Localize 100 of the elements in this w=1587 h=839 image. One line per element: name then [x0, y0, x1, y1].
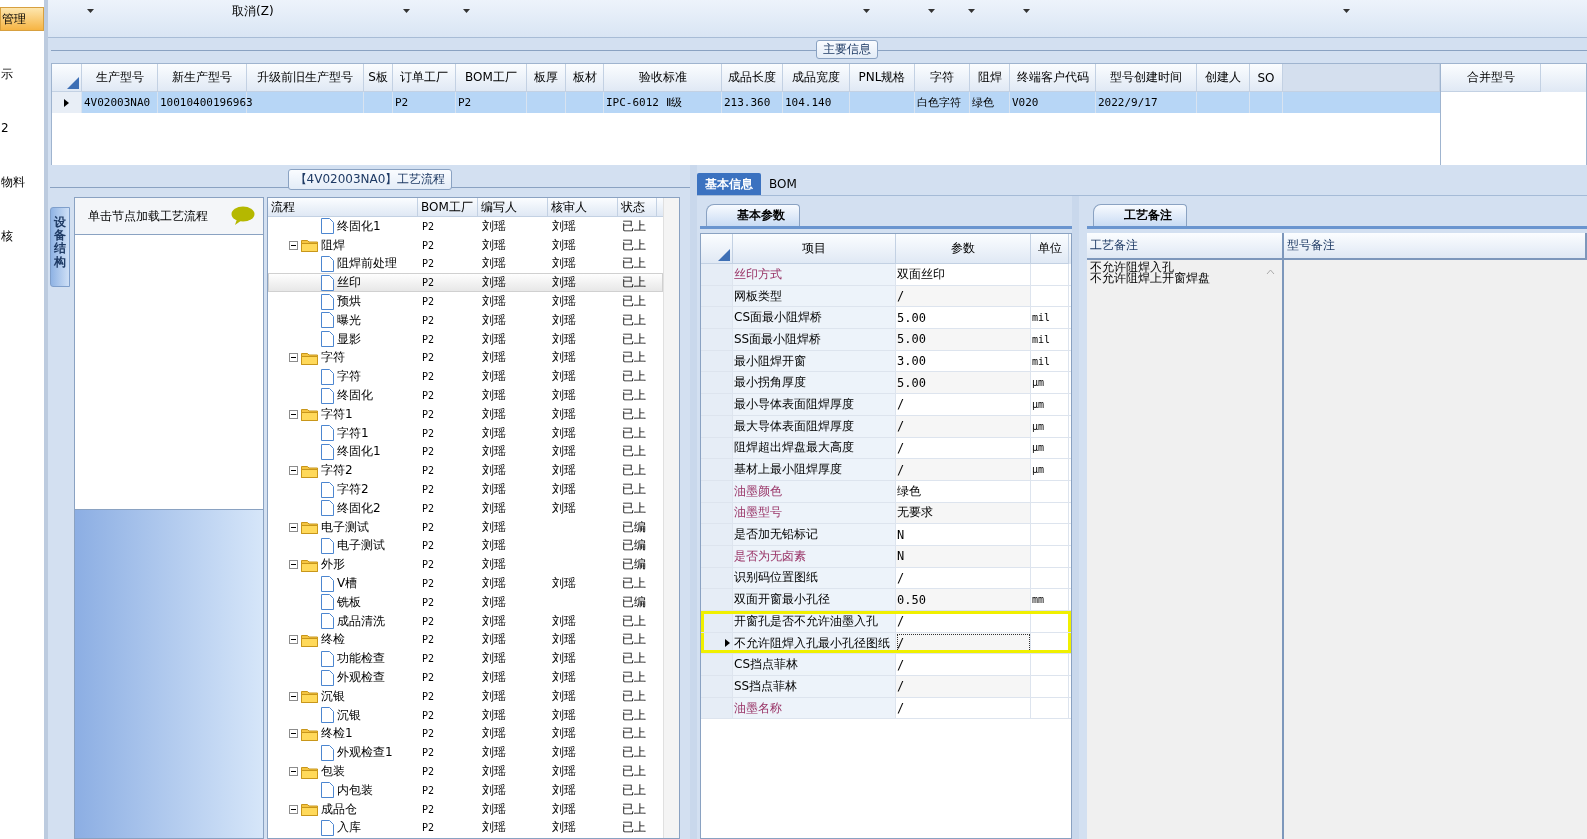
param-value[interactable]: 5.00 [896, 372, 1031, 394]
nav-item[interactable]: 管理 [0, 7, 44, 31]
step-name: 外形 [321, 556, 345, 574]
tree-row[interactable]: 终固化1 P2 刘瑶 刘瑶 已上 [268, 217, 663, 236]
param-value[interactable]: N [896, 524, 1031, 545]
param-row[interactable]: 双面开窗最小孔径 0.50 mm [701, 589, 1071, 611]
param-value[interactable]: 5.00 [896, 307, 1031, 329]
param-value[interactable]: 绿色 [896, 480, 1031, 502]
tree-row[interactable]: 预烘 P2 刘瑶 刘瑶 已上 [268, 292, 663, 311]
tree-row[interactable]: 字符1 P2 刘瑶 刘瑶 已上 [268, 404, 663, 424]
tree-row[interactable]: 字符2 P2 刘瑶 刘瑶 已上 [268, 461, 663, 481]
table-row[interactable]: 4V02003NA0 10010400196963 P2 P2 IPC-6012 Ⅱ级 213.360 104.140 白色字符 绿色 V020 2022/9/17 [52, 92, 1440, 113]
tree-row[interactable]: 功能检查 P2 刘瑶 刘瑶 已上 [268, 649, 663, 669]
status-text: 已上 [622, 669, 646, 686]
param-row[interactable]: 油墨名称 / [701, 697, 1071, 720]
param-row[interactable]: 不允许阻焊入孔最小孔径图纸 / [701, 632, 1071, 655]
param-row[interactable]: 最小拐角厚度 5.00 μm [701, 372, 1071, 395]
writer-text: 刘瑶 [482, 387, 506, 405]
param-value[interactable]: / [896, 697, 1031, 719]
param-value[interactable]: / [896, 567, 1031, 589]
param-row[interactable]: 识别码位置图纸 / [701, 567, 1071, 590]
column-header[interactable]: 核审人 [548, 198, 618, 216]
tree-row[interactable]: 终固化2 P2 刘瑶 刘瑶 已上 [268, 498, 663, 518]
tab[interactable]: 工艺备注 [1093, 204, 1187, 226]
tree-row[interactable]: 显影 P2 刘瑶 刘瑶 已上 [268, 329, 663, 349]
cancel-button[interactable]: 取消(Z) [230, 3, 276, 19]
tree-row[interactable]: 阻焊前处理 P2 刘瑶 刘瑶 已上 [268, 254, 663, 274]
param-row[interactable]: 丝印方式 双面丝印 [701, 264, 1071, 286]
param-row[interactable]: 最小阻焊开窗 3.00 mil [701, 350, 1071, 373]
tree-row[interactable]: 入库 P2 刘瑶 刘瑶 已上 [268, 818, 663, 838]
column-header[interactable]: 流程 [268, 198, 418, 216]
tree-row[interactable]: 电子测试 P2 刘瑶 已编 [268, 536, 663, 556]
param-value[interactable]: / [896, 676, 1031, 697]
tree-row[interactable]: 字符 P2 刘瑶 刘瑶 已上 [268, 348, 663, 368]
param-row[interactable]: CS面最小阻焊桥 5.00 mil [701, 307, 1071, 330]
param-row[interactable]: 油墨颜色 绿色 [701, 480, 1071, 503]
column-header[interactable]: 状态 [618, 198, 657, 216]
tab[interactable]: 基本参数 [706, 204, 800, 226]
param-value[interactable]: 3.00 [896, 350, 1031, 372]
column-header[interactable]: 编写人 [478, 198, 548, 216]
tree-row[interactable]: 外观检查1 P2 刘瑶 刘瑶 已上 [268, 743, 663, 763]
param-value[interactable]: 无要求 [896, 502, 1031, 524]
param-value[interactable]: / [896, 611, 1031, 632]
tab[interactable]: 基本信息 [697, 173, 761, 195]
writer-text: 刘瑶 [482, 499, 506, 517]
tree-row[interactable]: 终检1 P2 刘瑶 刘瑶 已上 [268, 724, 663, 744]
param-row[interactable]: 是否加无铅标记 N [701, 524, 1071, 546]
column-header[interactable]: 单位 [1031, 234, 1069, 264]
tree-row[interactable]: 终固化1 P2 刘瑶 刘瑶 已上 [268, 442, 663, 462]
side-tab[interactable]: 设备结构 [50, 207, 70, 287]
column-header[interactable]: BOM工厂 [418, 198, 478, 216]
param-value[interactable]: 0.50 [896, 589, 1031, 610]
param-value[interactable]: / [896, 459, 1031, 480]
param-value[interactable]: / [896, 394, 1031, 415]
writer-text: 刘瑶 [482, 537, 506, 555]
param-row[interactable]: 最大导体表面阻焊厚度 / μm [701, 415, 1071, 438]
tree-row[interactable]: 外观检查 P2 刘瑶 刘瑶 已上 [268, 668, 663, 687]
nav-item[interactable]: 物料 [0, 171, 44, 193]
nav-item[interactable]: 2 [0, 117, 44, 139]
param-row[interactable]: 阻焊超出焊盘最大高度 / μm [701, 437, 1071, 460]
tree-row[interactable]: 字符1 P2 刘瑶 刘瑶 已上 [268, 423, 663, 443]
tree-row[interactable]: 成品仓 P2 刘瑶 刘瑶 已上 [268, 799, 663, 819]
param-row[interactable]: 是否为无卤素 N [701, 545, 1071, 568]
param-value[interactable]: / [896, 285, 1031, 307]
param-value[interactable]: / [896, 437, 1031, 459]
tree-row[interactable]: 终检 P2 刘瑶 刘瑶 已上 [268, 630, 663, 650]
tree-row[interactable]: 终固化 P2 刘瑶 刘瑶 已上 [268, 386, 663, 405]
param-row[interactable]: 开窗孔是否不允许油墨入孔 / [701, 611, 1071, 633]
param-row[interactable]: SS面最小阻焊桥 5.00 mil [701, 329, 1071, 351]
tree-row[interactable]: 字符2 P2 刘瑶 刘瑶 已上 [268, 480, 663, 499]
tree-row[interactable]: 字符 P2 刘瑶 刘瑶 已上 [268, 367, 663, 387]
tree-row[interactable]: 曝光 P2 刘瑶 刘瑶 已上 [268, 311, 663, 330]
tree-row[interactable]: 阻焊 P2 刘瑶 刘瑶 已上 [268, 235, 663, 255]
tree-row[interactable]: 铣板 P2 刘瑶 已编 [268, 592, 663, 612]
param-value[interactable]: 5.00 [896, 329, 1031, 350]
param-row[interactable]: 网板类型 / [701, 285, 1071, 308]
tree-row[interactable]: 电子测试 P2 刘瑶 已编 [268, 517, 663, 537]
tree-row[interactable]: 成品清洗 P2 刘瑶 刘瑶 已上 [268, 611, 663, 631]
param-name: 丝印方式 [734, 265, 782, 283]
tab[interactable]: BOM [761, 173, 805, 195]
tree-row[interactable]: 沉银 P2 刘瑶 刘瑶 已上 [268, 686, 663, 706]
nav-item[interactable]: 核 [0, 225, 44, 247]
tree-row[interactable]: 外形 P2 刘瑶 已编 [268, 555, 663, 575]
param-value[interactable]: / [896, 654, 1031, 676]
param-row[interactable]: 油墨型号 无要求 [701, 502, 1071, 525]
param-value[interactable]: N [896, 545, 1031, 567]
tree-row[interactable]: 丝印 P2 刘瑶 刘瑶 已上 [268, 273, 663, 293]
nav-item[interactable]: 示 [0, 63, 44, 85]
tree-row[interactable]: 沉银 P2 刘瑶 刘瑶 已上 [268, 705, 663, 725]
param-row[interactable]: 最小导体表面阻焊厚度 / μm [701, 394, 1071, 416]
factory-text: P2 [422, 502, 435, 514]
param-row[interactable]: 基材上最小阻焊厚度 / μm [701, 459, 1071, 481]
step-name: 入库 [337, 819, 361, 837]
tree-row[interactable]: 内包装 P2 刘瑶 刘瑶 已上 [268, 780, 663, 800]
param-value[interactable]: / [896, 415, 1031, 437]
param-value[interactable]: 双面丝印 [896, 264, 1031, 285]
param-row[interactable]: SS挡点菲林 / [701, 676, 1071, 698]
tree-row[interactable]: 包装 P2 刘瑶 刘瑶 已上 [268, 762, 663, 781]
param-row[interactable]: CS挡点菲林 / [701, 654, 1071, 677]
tree-row[interactable]: V槽 P2 刘瑶 刘瑶 已上 [268, 574, 663, 593]
